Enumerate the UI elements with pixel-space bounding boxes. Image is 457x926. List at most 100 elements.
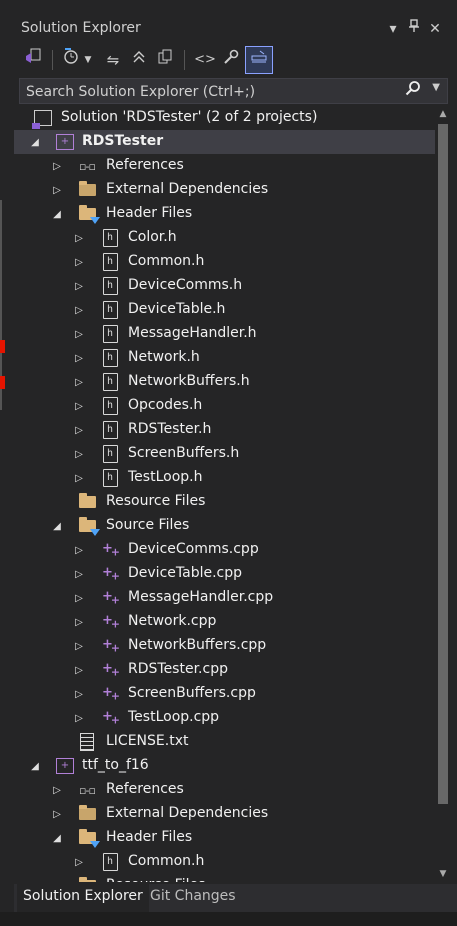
- expanded-chevron-icon[interactable]: ◢: [28, 130, 42, 154]
- tree-item[interactable]: ▷ h TestLoop.h: [14, 466, 435, 490]
- collapsed-chevron-icon[interactable]: ▷: [72, 346, 86, 370]
- tree-item-label: External Dependencies: [106, 805, 269, 821]
- collapsed-chevron-icon[interactable]: ▷: [72, 442, 86, 466]
- tree-item[interactable]: ▷ h Common.h: [14, 250, 435, 274]
- properties-wrench-icon[interactable]: [218, 47, 244, 73]
- tree-item[interactable]: ▷ ++ NetworkBuffers.cpp: [14, 634, 435, 658]
- tree-item[interactable]: ▷ h RDSTester.h: [14, 418, 435, 442]
- scrollbar-thumb[interactable]: [438, 124, 448, 804]
- tab-solution-explorer[interactable]: Solution Explorer: [17, 884, 149, 912]
- tree-item[interactable]: ▷ h Color.h: [14, 226, 435, 250]
- tree-item[interactable]: ▷ External Dependencies: [14, 802, 435, 826]
- vertical-scrollbar[interactable]: ▲ ▼: [435, 106, 451, 884]
- collapsed-chevron-icon[interactable]: ▷: [50, 778, 64, 802]
- tree-item[interactable]: ▷ ++ ScreenBuffers.cpp: [14, 682, 435, 706]
- code-view-icon[interactable]: <>: [192, 47, 218, 73]
- vs-home-icon[interactable]: [20, 47, 46, 73]
- expanded-chevron-icon[interactable]: ◢: [50, 826, 64, 850]
- tree-item[interactable]: ▷ h DeviceComms.h: [14, 274, 435, 298]
- collapsed-chevron-icon[interactable]: ▷: [72, 226, 86, 250]
- cpp-file-icon: ++: [102, 541, 120, 559]
- tree-item[interactable]: ▷ ++ TestLoop.cpp: [14, 706, 435, 730]
- tree-item[interactable]: ▷ ++ DeviceTable.cpp: [14, 562, 435, 586]
- tree-item[interactable]: ◢ Header Files: [14, 202, 435, 226]
- tree-item[interactable]: ▷ ++ Network.cpp: [14, 610, 435, 634]
- tree-item[interactable]: ◢ Header Files: [14, 826, 435, 850]
- tree-item-label: RDSTester.cpp: [128, 661, 228, 677]
- tree-item[interactable]: Resource Files: [14, 490, 435, 514]
- history-icon[interactable]: [58, 47, 84, 73]
- tree-item[interactable]: ▷ ++ RDSTester.cpp: [14, 658, 435, 682]
- collapsed-chevron-icon[interactable]: ▷: [72, 250, 86, 274]
- switch-views-icon[interactable]: [152, 47, 178, 73]
- collapsed-chevron-icon[interactable]: ▷: [72, 418, 86, 442]
- collapsed-chevron-icon[interactable]: ▷: [50, 802, 64, 826]
- solution-icon: [32, 108, 53, 129]
- tree-item[interactable]: ▷ External Dependencies: [14, 178, 435, 202]
- expanded-chevron-icon[interactable]: ◢: [50, 202, 64, 226]
- window-position-dropdown-icon[interactable]: ▾: [384, 18, 402, 40]
- tree-item[interactable]: ▷ h ScreenBuffers.h: [14, 442, 435, 466]
- sync-icon[interactable]: ⇋: [100, 47, 126, 73]
- collapsed-chevron-icon[interactable]: ▷: [72, 466, 86, 490]
- tree-item[interactable]: ▷ ++ MessageHandler.cpp: [14, 586, 435, 610]
- tree-item[interactable]: ◢ + ttf_to_f16: [14, 754, 435, 778]
- collapse-all-icon[interactable]: [126, 47, 152, 73]
- history-dropdown-icon[interactable]: ▼: [82, 47, 94, 73]
- collapsed-chevron-icon[interactable]: ▷: [72, 370, 86, 394]
- collapsed-chevron-icon[interactable]: ▷: [72, 586, 86, 610]
- search-input[interactable]: [20, 79, 408, 105]
- pin-icon[interactable]: [405, 18, 423, 40]
- tree-item-label: External Dependencies: [106, 181, 269, 197]
- collapsed-chevron-icon[interactable]: ▷: [72, 658, 86, 682]
- tree-item[interactable]: ▷ h Opcodes.h: [14, 394, 435, 418]
- tree-item[interactable]: ▷ ++ DeviceComms.cpp: [14, 538, 435, 562]
- tree-item-label: Source Files: [106, 517, 190, 533]
- tree-item[interactable]: ▷ ▫-▫ References: [14, 154, 435, 178]
- tree-item[interactable]: LICENSE.txt: [14, 730, 435, 754]
- scroll-up-arrow-icon[interactable]: ▲: [435, 106, 451, 122]
- collapsed-chevron-icon[interactable]: ▷: [72, 562, 86, 586]
- preview-selected-icon[interactable]: [245, 46, 273, 74]
- collapsed-chevron-icon[interactable]: ▷: [50, 154, 64, 178]
- header-file-icon: h: [100, 276, 120, 296]
- tree-item[interactable]: Resource Files: [14, 874, 435, 882]
- collapsed-chevron-icon[interactable]: ▷: [72, 298, 86, 322]
- tree-item[interactable]: ◢ + RDSTester: [14, 130, 435, 154]
- search-options-chevron-icon[interactable]: ▼: [432, 82, 440, 93]
- tree-item-label: LICENSE.txt: [106, 733, 189, 749]
- search-icon[interactable]: [405, 80, 421, 100]
- collapsed-chevron-icon[interactable]: ▷: [72, 274, 86, 298]
- tree-item[interactable]: ▷ h DeviceTable.h: [14, 298, 435, 322]
- tree-item[interactable]: ▷ h NetworkBuffers.h: [14, 370, 435, 394]
- collapsed-chevron-icon[interactable]: ▷: [72, 706, 86, 730]
- collapsed-chevron-icon[interactable]: ▷: [72, 610, 86, 634]
- expanded-chevron-icon[interactable]: ◢: [28, 754, 42, 778]
- collapsed-chevron-icon[interactable]: ▷: [72, 322, 86, 346]
- tree-item[interactable]: ▷ h Network.h: [14, 346, 435, 370]
- collapsed-chevron-icon[interactable]: ▷: [72, 682, 86, 706]
- panel-titlebar: Solution Explorer ▾ ✕: [14, 14, 457, 44]
- tree-item[interactable]: ▷ h MessageHandler.h: [14, 322, 435, 346]
- tree-item-label: Resource Files: [106, 493, 206, 509]
- error-marker: [0, 376, 5, 389]
- external-deps-icon: [77, 804, 97, 824]
- tree-item[interactable]: Solution 'RDSTester' (2 of 2 projects): [14, 106, 435, 130]
- tab-git-changes[interactable]: Git Changes: [144, 884, 242, 910]
- tree-item-label: TestLoop.cpp: [128, 709, 220, 725]
- tree-item[interactable]: ▷ ▫-▫ References: [14, 778, 435, 802]
- header-file-icon: h: [100, 300, 120, 320]
- collapsed-chevron-icon[interactable]: ▷: [50, 178, 64, 202]
- collapsed-chevron-icon[interactable]: ▷: [72, 850, 86, 874]
- collapsed-chevron-icon[interactable]: ▷: [72, 634, 86, 658]
- close-icon[interactable]: ✕: [426, 18, 444, 40]
- tree-item[interactable]: ▷ h Common.h: [14, 850, 435, 874]
- tree-item-label: NetworkBuffers.cpp: [128, 637, 267, 653]
- header-file-icon: h: [100, 348, 120, 368]
- header-file-icon: h: [100, 468, 120, 488]
- collapsed-chevron-icon[interactable]: ▷: [72, 394, 86, 418]
- tree-item[interactable]: ◢ Source Files: [14, 514, 435, 538]
- expanded-chevron-icon[interactable]: ◢: [50, 514, 64, 538]
- scroll-down-arrow-icon[interactable]: ▼: [435, 866, 451, 882]
- collapsed-chevron-icon[interactable]: ▷: [72, 538, 86, 562]
